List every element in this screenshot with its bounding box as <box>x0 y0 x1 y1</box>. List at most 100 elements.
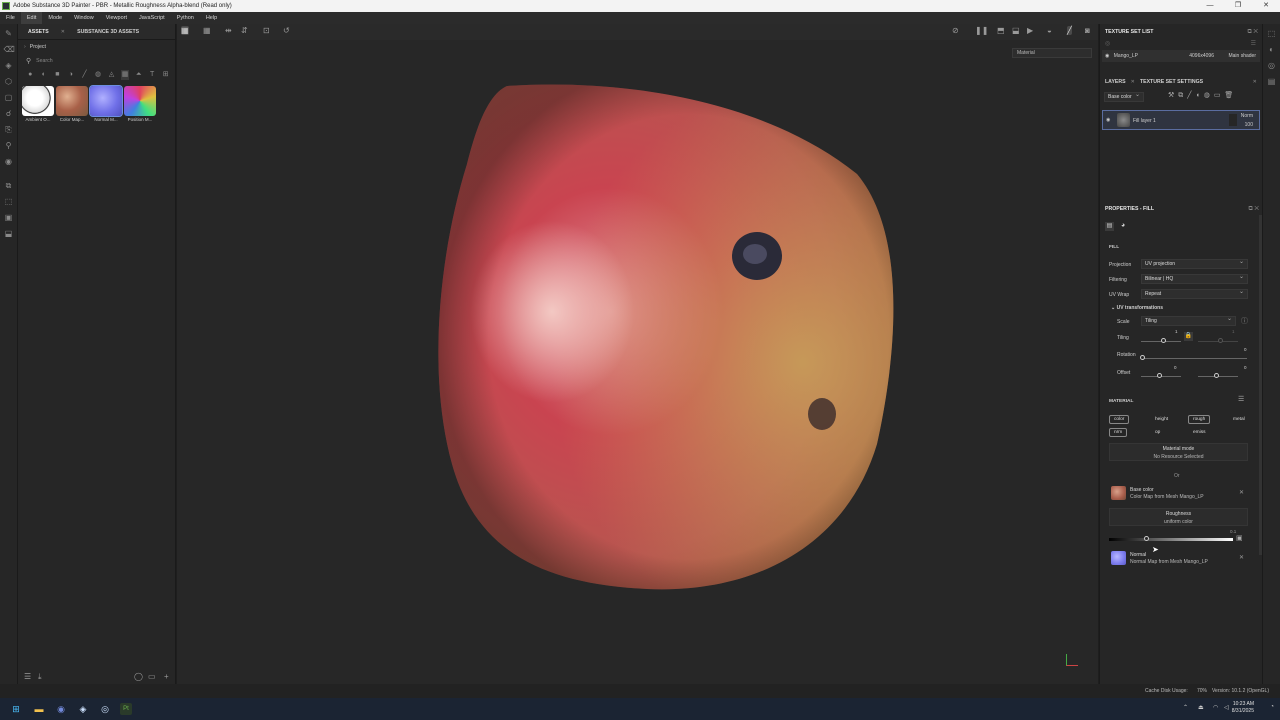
menu-javascript[interactable]: JavaScript <box>133 12 171 24</box>
menu-viewport[interactable]: Viewport <box>100 12 133 24</box>
volume-icon[interactable]: ◁ <box>1224 704 1229 711</box>
camera-2d-icon[interactable]: ⬒ <box>997 26 1005 35</box>
chip-color[interactable]: color <box>1109 415 1130 424</box>
eye-icon[interactable]: ◉ <box>1106 117 1110 123</box>
filtering-select[interactable]: Bilinear | HQ <box>1141 273 1248 284</box>
discord-icon[interactable]: ◉ <box>55 703 67 715</box>
export-icon[interactable]: ⬓ <box>4 229 14 239</box>
offset-value-1[interactable]: 0 <box>1174 365 1177 370</box>
panel-controls-icon[interactable]: ⧉ ✕ <box>1248 201 1259 217</box>
rotation-slider-knob[interactable] <box>1140 355 1145 360</box>
asset-item[interactable]: Color Map... <box>56 86 88 122</box>
rotation-value[interactable]: 0 <box>1244 347 1247 352</box>
menu-help[interactable]: Help <box>200 12 223 24</box>
offset-value-2[interactable]: 0 <box>1244 365 1247 370</box>
video-icon[interactable]: ▶ <box>1027 26 1033 35</box>
camera-3d-icon[interactable]: ⬓ <box>1012 26 1020 35</box>
chrome-icon[interactable]: ◎ <box>99 703 111 715</box>
geometry-mask-icon[interactable]: ⬡ <box>4 77 14 87</box>
layer-row[interactable]: ◉ Fill layer 1 Norm 100 <box>1102 110 1260 130</box>
add-icon[interactable]: + <box>164 672 169 681</box>
windows-start-icon[interactable]: ⊞ <box>10 703 22 715</box>
list-view-icon[interactable]: ☰ <box>24 672 31 681</box>
visibility-icon[interactable]: ◎ <box>1105 41 1110 47</box>
tray-usb-icon[interactable]: ⏏ <box>1198 704 1204 711</box>
filter-particle-icon[interactable]: ◍ <box>94 70 103 80</box>
panel-controls-icon[interactable]: ✕ <box>1248 74 1262 90</box>
uv-transformations-toggle[interactable]: ⌄ UV transformations <box>1111 305 1163 311</box>
menu-file[interactable]: File <box>0 12 21 24</box>
panel-controls-icon[interactable]: ⧉ ✕ <box>1247 24 1258 40</box>
clone-icon[interactable]: ⎘ <box>4 125 14 135</box>
remove-icon[interactable]: ✕ <box>1239 554 1244 561</box>
tiling-value[interactable]: 1 <box>1175 329 1178 334</box>
frame-icon[interactable]: ⊡ <box>263 26 270 35</box>
filter-filter-icon[interactable]: ⏶ <box>134 70 143 80</box>
menu-window[interactable]: Window <box>68 12 100 24</box>
smudge-icon[interactable]: ☌ <box>4 109 14 119</box>
menu-python[interactable]: Python <box>171 12 200 24</box>
filter-smart-material-icon[interactable]: ◐ <box>40 70 49 80</box>
layer-blend[interactable]: Norm <box>1241 113 1253 119</box>
rotation-slider[interactable] <box>1141 358 1247 359</box>
layer-tools-icon[interactable]: ⚒⧉╱◖◍▭🗑 <box>1168 91 1237 100</box>
shader-settings-icon[interactable]: ◎ <box>1267 61 1277 71</box>
close-tab-icon[interactable]: ✕ <box>55 24 71 40</box>
filter-alpha-icon[interactable]: ◬ <box>107 70 116 80</box>
clock[interactable]: 10:23 AM 8/31/2025 <box>1232 701 1254 715</box>
layer-mask-slot[interactable] <box>1229 114 1237 126</box>
grid-alt-icon[interactable]: ▦ <box>203 26 211 35</box>
new-folder-icon[interactable]: ▭ <box>148 672 156 681</box>
mango-model[interactable] <box>177 24 1098 684</box>
offset-slider-2-knob[interactable] <box>1214 373 1219 378</box>
chip-emiss[interactable]: emiss <box>1188 428 1211 437</box>
filter-text-icon[interactable]: T <box>148 70 157 80</box>
tray-chevron-icon[interactable]: ⌃ <box>1183 704 1188 711</box>
texture-set-shader[interactable]: Main shader <box>1228 50 1256 62</box>
projection-icon[interactable]: ◈ <box>4 61 14 71</box>
filter-mask-icon[interactable]: ◑ <box>67 70 76 80</box>
selection-icon[interactable]: ⬚ <box>4 197 14 207</box>
close-window-button[interactable]: ✕ <box>1252 0 1280 12</box>
tab-texture-set-settings[interactable]: TEXTURE SET SETTINGS <box>1135 74 1208 90</box>
chip-rough[interactable]: rough <box>1188 415 1211 424</box>
steam-icon[interactable]: ◈ <box>77 703 89 715</box>
chip-height[interactable]: height <box>1150 415 1173 424</box>
query-icon[interactable]: ◯ <box>134 672 143 681</box>
paint-brush-icon[interactable]: ✎ <box>4 29 14 39</box>
material-mode-box[interactable]: Material mode No Resource Selected <box>1109 443 1248 461</box>
lighting-icon[interactable]: ◒ <box>1047 26 1052 35</box>
menu-mode[interactable]: Mode <box>42 12 68 24</box>
lock-icon[interactable]: 🔒 <box>1184 332 1193 341</box>
lock-icon[interactable]: ▣ <box>4 213 14 223</box>
viewport-mode-select[interactable]: Material <box>1012 48 1092 58</box>
log-icon[interactable]: ▤ <box>1267 77 1277 87</box>
history-icon[interactable]: ↺ <box>283 26 290 35</box>
project-row[interactable]: › Project <box>18 40 175 54</box>
filter-brush-icon[interactable]: ╱ <box>80 70 89 80</box>
pause-icon[interactable]: ❚❚ <box>975 26 988 35</box>
search-input[interactable]: Search <box>36 58 52 64</box>
tab-layers[interactable]: LAYERS <box>1100 74 1131 90</box>
menu-icon[interactable]: ☰ <box>1251 40 1256 47</box>
view-grid-icon[interactable]: ⊞ <box>161 70 170 80</box>
grid-view-icon[interactable]: ▦ <box>181 26 189 35</box>
uvwrap-select[interactable]: Repeat <box>1141 288 1248 299</box>
chip-op[interactable]: op <box>1150 428 1165 437</box>
texture-set-icon[interactable]: ⬚ <box>1267 29 1277 39</box>
tab-assets[interactable]: ASSETS <box>22 24 55 40</box>
chip-nrm[interactable]: nrm <box>1109 428 1128 437</box>
menu-edit[interactable]: Edit <box>20 12 43 24</box>
channel-select[interactable]: Base color <box>1104 91 1144 102</box>
remove-icon[interactable]: ✕ <box>1239 489 1244 496</box>
substance-painter-taskbar-icon[interactable]: Pt <box>120 703 132 715</box>
tiling-slider-knob[interactable] <box>1161 338 1166 343</box>
screenshot-icon[interactable]: ◙ <box>1085 26 1090 35</box>
asset-item[interactable]: Normal M... <box>89 85 123 122</box>
maximize-button[interactable]: ❐ <box>1224 0 1252 12</box>
chip-metal[interactable]: metal <box>1228 415 1250 424</box>
layer-opacity[interactable]: 100 <box>1245 122 1253 128</box>
bake-icon[interactable]: ◉ <box>4 157 14 167</box>
brush-mode-icon[interactable]: ╱ <box>1067 26 1072 35</box>
import-icon[interactable]: ⤓ <box>38 672 42 682</box>
